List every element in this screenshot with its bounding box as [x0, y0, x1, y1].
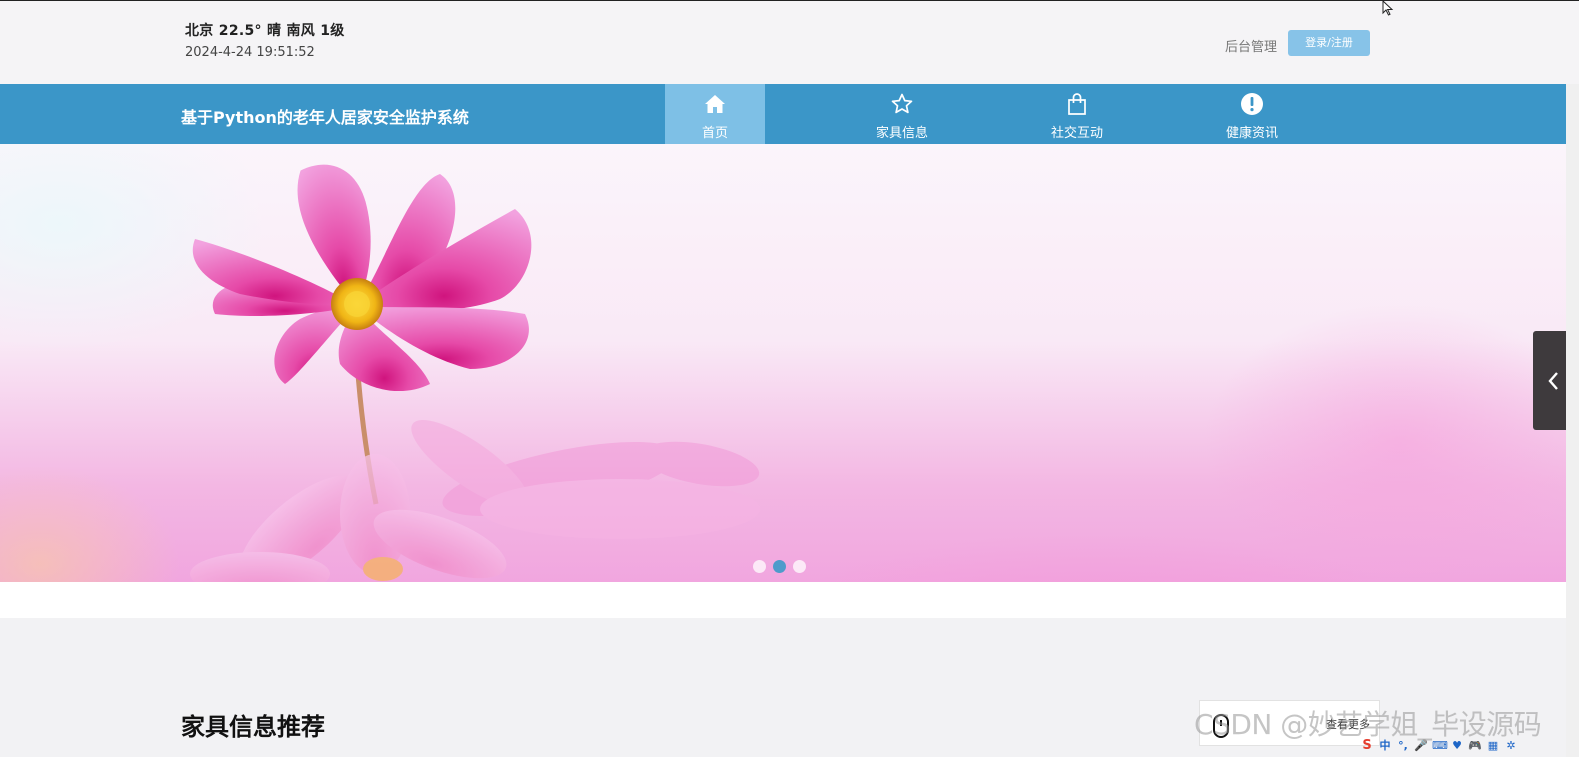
mouse-scroll-icon	[1213, 714, 1229, 738]
carousel-dot-2[interactable]	[773, 560, 786, 573]
current-datetime: 2024-4-24 19:51:52	[185, 45, 315, 60]
keyboard-icon[interactable]: ⌨	[1432, 737, 1448, 755]
banner-carousel[interactable]	[0, 144, 1566, 582]
nav-item-social[interactable]: 社交互动	[1027, 84, 1127, 144]
flower-banner-image	[190, 164, 760, 582]
nav-label: 家具信息	[875, 126, 928, 141]
nav-item-furniture-info[interactable]: 家具信息	[852, 84, 952, 144]
ime-punctuation-icon[interactable]: °,	[1396, 737, 1410, 755]
content-divider	[0, 582, 1566, 618]
view-more-button[interactable]: 查看更多	[1199, 700, 1380, 746]
weather-info: 北京 22.5° 晴 南风 1级	[185, 23, 345, 39]
home-icon	[705, 95, 725, 113]
chevron-left-icon	[1548, 372, 1558, 390]
nav-label: 首页	[701, 126, 728, 141]
mouse-pointer-icon	[1382, 0, 1394, 16]
main-navbar: 基于Python的老年人居家安全监护系统 首页 家具信息 社交互动 健康资讯	[0, 84, 1566, 144]
star-icon	[891, 93, 913, 114]
side-panel-toggle[interactable]	[1533, 331, 1569, 430]
nav-label: 健康资讯	[1225, 126, 1278, 141]
exclamation-circle-icon	[1241, 93, 1263, 115]
carousel-dot-1[interactable]	[753, 560, 766, 573]
skin-icon[interactable]: ♥	[1450, 737, 1464, 755]
carousel-dot-3[interactable]	[793, 560, 806, 573]
ime-toolbar: S 中 °, 🎤 ⌨ ♥ 🎮 ▦ ✲	[1360, 737, 1518, 755]
ime-chinese-mode[interactable]: 中	[1378, 737, 1392, 755]
toolbox-icon[interactable]: ▦	[1486, 737, 1500, 755]
nav-label: 社交互动	[1050, 126, 1103, 141]
nav-item-home[interactable]: 首页	[665, 84, 765, 144]
section-title: 家具信息推荐	[181, 713, 325, 741]
page-scrollbar[interactable]	[1566, 84, 1579, 757]
view-more-label: 查看更多	[1326, 718, 1370, 731]
settings-icon[interactable]: ✲	[1504, 737, 1518, 755]
system-title: 基于Python的老年人居家安全监护系统	[181, 108, 469, 127]
top-header: 北京 22.5° 晴 南风 1级 2024-4-24 19:51:52 后台管理…	[0, 1, 1579, 84]
microphone-icon[interactable]: 🎤	[1414, 737, 1428, 755]
login-register-button[interactable]: 登录/注册	[1288, 30, 1370, 56]
game-icon[interactable]: 🎮	[1468, 737, 1482, 755]
sogou-logo-icon[interactable]: S	[1360, 737, 1374, 755]
shopping-bag-icon	[1068, 93, 1086, 115]
admin-link[interactable]: 后台管理	[1225, 36, 1277, 55]
nav-item-health[interactable]: 健康资讯	[1202, 84, 1302, 144]
